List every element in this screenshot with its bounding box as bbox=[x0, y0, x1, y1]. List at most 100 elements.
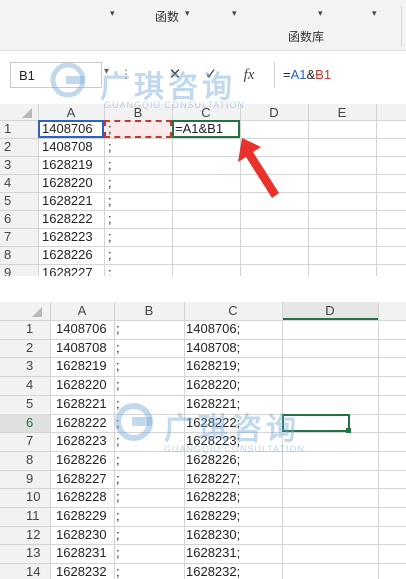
cell-a12[interactable]: 1628230 bbox=[56, 526, 114, 545]
row-header-2[interactable]: 2 bbox=[0, 138, 38, 156]
cell-a4[interactable]: 1628220 bbox=[56, 376, 114, 395]
cell-b2[interactable]: ; bbox=[108, 138, 170, 156]
cell-c12[interactable]: 1628230; bbox=[186, 526, 280, 545]
dropdown-caret-icon[interactable]: ▾ bbox=[185, 8, 190, 19]
column-header-a[interactable]: A bbox=[50, 302, 114, 320]
cell-c5[interactable]: 1628221; bbox=[186, 395, 280, 414]
row-header-3[interactable]: 3 bbox=[0, 156, 38, 174]
cell-c4[interactable] bbox=[175, 174, 239, 192]
row-header-7[interactable]: 7 bbox=[0, 228, 38, 246]
row-header-14[interactable]: 14 bbox=[0, 563, 50, 579]
row-header-12[interactable]: 12 bbox=[0, 525, 50, 545]
cell-b6[interactable]: ; bbox=[116, 414, 176, 433]
row-header-1[interactable]: 1 bbox=[0, 320, 50, 339]
cell-b8[interactable]: ; bbox=[116, 451, 176, 470]
cell-b3[interactable]: ; bbox=[108, 156, 170, 174]
cell-c8[interactable]: 1628226; bbox=[186, 451, 280, 470]
column-header-c[interactable]: C bbox=[172, 104, 240, 120]
cell-c11[interactable]: 1628229; bbox=[186, 507, 280, 526]
cell-a11[interactable]: 1628229 bbox=[56, 507, 114, 526]
cell-c1[interactable]: =A1&B1 bbox=[175, 120, 239, 138]
cell-b14[interactable]: ; bbox=[116, 563, 176, 579]
cancel-formula-button[interactable]: ✕ bbox=[162, 63, 188, 87]
cell-a2[interactable]: 1408708 bbox=[42, 138, 104, 156]
row-header-3[interactable]: 3 bbox=[0, 357, 50, 377]
row-header-8[interactable]: 8 bbox=[0, 450, 50, 470]
cell-c6[interactable]: 1628222; bbox=[186, 414, 280, 433]
column-header-b[interactable]: B bbox=[114, 302, 184, 320]
cell-c3[interactable]: 1628219; bbox=[186, 357, 280, 376]
cell-c7[interactable]: 1628223; bbox=[186, 432, 280, 451]
cell-c9[interactable]: 1628227; bbox=[186, 470, 280, 489]
row-header-9[interactable]: 9 bbox=[0, 264, 38, 276]
cell-a6[interactable]: 1628222 bbox=[56, 414, 114, 433]
column-header-b[interactable]: B bbox=[104, 104, 172, 120]
cell-b10[interactable]: ; bbox=[116, 488, 176, 507]
cell-a7[interactable]: 1628223 bbox=[56, 432, 114, 451]
cell-b4[interactable]: ; bbox=[116, 376, 176, 395]
column-header-a[interactable]: A bbox=[38, 104, 104, 120]
cell-a3[interactable]: 1628219 bbox=[42, 156, 104, 174]
name-box[interactable]: B1 bbox=[10, 62, 102, 88]
cell-a8[interactable]: 1628226 bbox=[56, 451, 114, 470]
cell-b3[interactable]: ; bbox=[116, 357, 176, 376]
cell-a2[interactable]: 1408708 bbox=[56, 339, 114, 358]
cell-c2[interactable]: 1408708; bbox=[186, 339, 280, 358]
cell-a1[interactable]: 1408706 bbox=[56, 320, 114, 339]
cell-b5[interactable]: ; bbox=[108, 192, 170, 210]
insert-function-button[interactable]: fx bbox=[236, 63, 262, 87]
enter-formula-button[interactable]: ✓ bbox=[198, 63, 224, 87]
row-header-2[interactable]: 2 bbox=[0, 338, 50, 358]
cell-b2[interactable]: ; bbox=[116, 339, 176, 358]
dropdown-caret-icon[interactable]: ▾ bbox=[110, 8, 115, 19]
cell-a14[interactable]: 1628232 bbox=[56, 563, 114, 579]
cell-a1[interactable]: 1408706 bbox=[42, 120, 104, 138]
cell-b7[interactable]: ; bbox=[108, 228, 170, 246]
row-header-6[interactable]: 6 bbox=[0, 413, 50, 433]
cell-a10[interactable]: 1628228 bbox=[56, 488, 114, 507]
cell-b9[interactable]: ; bbox=[116, 470, 176, 489]
row-header-5[interactable]: 5 bbox=[0, 394, 50, 414]
cell-b1[interactable]: ; bbox=[116, 320, 176, 339]
cell-a3[interactable]: 1628219 bbox=[56, 357, 114, 376]
select-all-corner[interactable] bbox=[0, 302, 50, 320]
cell-b9[interactable]: ; bbox=[108, 264, 170, 276]
cell-b11[interactable]: ; bbox=[116, 507, 176, 526]
cell-c13[interactable]: 1628231; bbox=[186, 544, 280, 563]
column-header-d[interactable]: D bbox=[282, 302, 378, 320]
dropdown-caret-icon[interactable]: ▾ bbox=[372, 8, 377, 19]
row-header-13[interactable]: 13 bbox=[0, 544, 50, 564]
cell-b1[interactable]: ; bbox=[108, 120, 170, 138]
row-header-10[interactable]: 10 bbox=[0, 488, 50, 507]
row-header-6[interactable]: 6 bbox=[0, 210, 38, 228]
cell-a6[interactable]: 1628222 bbox=[42, 210, 104, 228]
cell-b4[interactable]: ; bbox=[108, 174, 170, 192]
row-header-1[interactable]: 1 bbox=[0, 120, 38, 138]
cell-a4[interactable]: 1628220 bbox=[42, 174, 104, 192]
row-header-5[interactable]: 5 bbox=[0, 192, 38, 210]
cell-a9[interactable]: 1628227 bbox=[56, 470, 114, 489]
dropdown-caret-icon[interactable]: ▾ bbox=[232, 8, 237, 19]
cell-c10[interactable]: 1628228; bbox=[186, 488, 280, 507]
cell-c9[interactable] bbox=[175, 264, 239, 276]
column-header-e[interactable]: E bbox=[308, 104, 376, 120]
cell-a5[interactable]: 1628221 bbox=[56, 395, 114, 414]
column-header-d[interactable]: D bbox=[240, 104, 308, 120]
row-header-7[interactable]: 7 bbox=[0, 432, 50, 451]
ribbon-group-label[interactable]: 函数 bbox=[155, 8, 179, 25]
cell-c1[interactable]: 1408706; bbox=[186, 320, 280, 339]
row-header-4[interactable]: 4 bbox=[0, 376, 50, 395]
cell-c3[interactable] bbox=[175, 156, 239, 174]
chevron-down-icon[interactable]: ▾ bbox=[104, 66, 109, 77]
cell-c8[interactable] bbox=[175, 246, 239, 264]
cell-a7[interactable]: 1628223 bbox=[42, 228, 104, 246]
cell-b5[interactable]: ; bbox=[116, 395, 176, 414]
cell-c6[interactable] bbox=[175, 210, 239, 228]
cell-a9[interactable]: 1628227 bbox=[42, 264, 104, 276]
fill-handle[interactable] bbox=[346, 428, 351, 434]
row-header-4[interactable]: 4 bbox=[0, 174, 38, 192]
cell-c5[interactable] bbox=[175, 192, 239, 210]
cell-b8[interactable]: ; bbox=[108, 246, 170, 264]
cell-a5[interactable]: 1628221 bbox=[42, 192, 104, 210]
dropdown-caret-icon[interactable]: ▾ bbox=[318, 8, 323, 19]
